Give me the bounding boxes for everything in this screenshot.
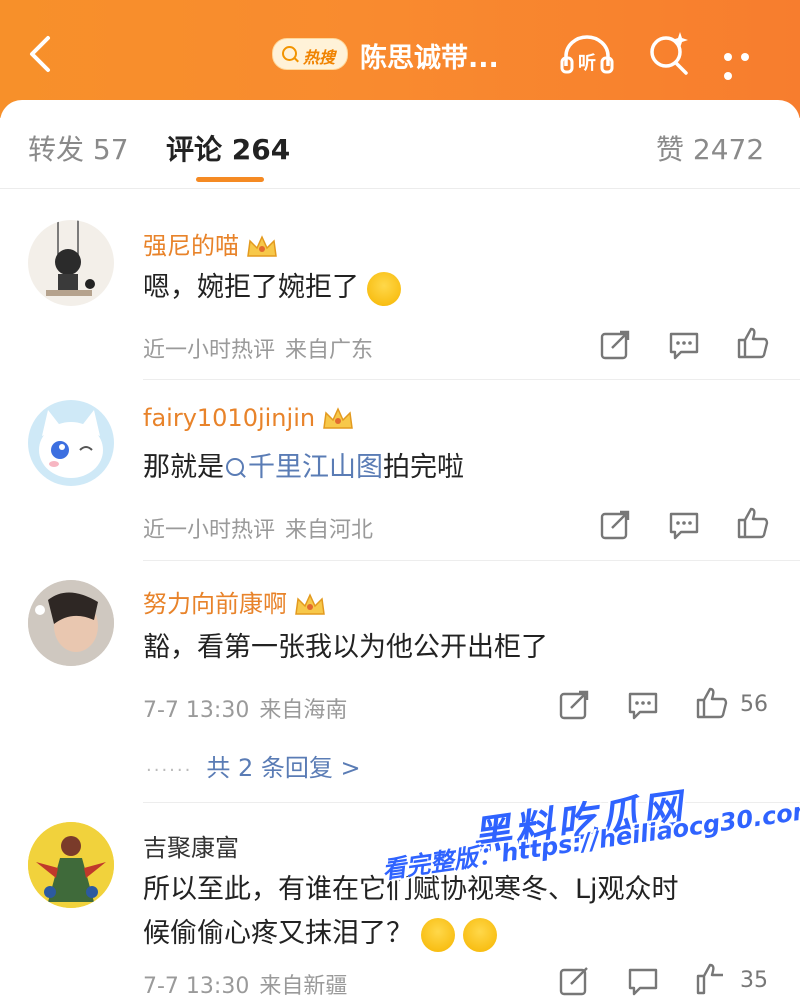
- view-replies-link[interactable]: ······ 共 2 条回复 >: [146, 748, 361, 783]
- topic-search-icon: [226, 457, 244, 476]
- tab-like[interactable]: 赞 2472: [656, 128, 764, 168]
- username[interactable]: fairy1010jinjin: [143, 404, 355, 432]
- divider: [143, 379, 800, 380]
- reply-icon[interactable]: [626, 688, 660, 722]
- share-icon[interactable]: [598, 328, 632, 362]
- comment-meta: 7-7 13:30 来自海南: [143, 692, 347, 724]
- comment-text: 豁，看第一张我以为他公开出柜了: [143, 632, 548, 663]
- reply-icon[interactable]: [667, 508, 701, 542]
- avatar[interactable]: [28, 580, 114, 666]
- laugh-emoji-icon: [463, 917, 497, 952]
- comment-text: 那就是 千里江山图拍完啦: [143, 452, 464, 483]
- laugh-emoji-icon: [421, 917, 455, 952]
- listen-label: 听: [578, 52, 596, 74]
- hot-search-label: 热搜: [303, 48, 336, 67]
- comment-time: 7-7 13:30: [143, 698, 250, 723]
- back-arrow-icon[interactable]: [22, 32, 62, 76]
- comment-location: 来自河北: [285, 518, 374, 543]
- crown-badge-icon: [247, 235, 277, 257]
- divider: [0, 188, 800, 189]
- username[interactable]: 吉聚康富: [143, 828, 239, 863]
- like-icon[interactable]: [736, 326, 770, 360]
- page-title[interactable]: 陈思诚带...: [360, 36, 499, 75]
- comment-text: 嗯，婉拒了婉拒了: [143, 266, 401, 310]
- tab-comment[interactable]: 评论 264: [166, 128, 290, 168]
- comment-time: 7-7 13:30: [143, 974, 250, 999]
- headphones-listen-icon[interactable]: 听: [558, 32, 616, 76]
- comment-meta: 7-7 13:30 来自新疆: [143, 968, 347, 1000]
- comment-time: 近一小时热评: [143, 518, 276, 543]
- comment-text-line: 候偷偷心疼又抹泪了？: [143, 912, 497, 956]
- crown-badge-icon: [323, 407, 353, 429]
- divider: [143, 802, 800, 803]
- avatar[interactable]: [28, 400, 114, 486]
- like-count: 56: [740, 692, 768, 717]
- comment-location: 来自海南: [259, 698, 348, 723]
- sparkle-search-icon[interactable]: [646, 30, 692, 76]
- avatar[interactable]: [28, 822, 114, 908]
- like-icon[interactable]: [736, 506, 770, 540]
- like-icon[interactable]: [695, 962, 729, 996]
- avatar[interactable]: [28, 220, 114, 306]
- comment-meta: 近一小时热评 来自广东: [143, 332, 373, 364]
- username[interactable]: 努力向前康啊: [143, 584, 327, 619]
- hot-search-icon: [282, 46, 297, 61]
- divider: [143, 560, 800, 561]
- laugh-cry-emoji-icon: [367, 271, 401, 306]
- like-icon[interactable]: [695, 686, 729, 720]
- reply-icon[interactable]: [667, 328, 701, 362]
- crown-badge-icon: [295, 593, 325, 615]
- share-icon[interactable]: [557, 688, 591, 722]
- comment-meta: 近一小时热评 来自河北: [143, 512, 373, 544]
- like-count: 35: [740, 968, 768, 993]
- tab-repost[interactable]: 转发 57: [28, 128, 129, 168]
- comment-location: 来自新疆: [259, 974, 348, 999]
- comment-location: 来自广东: [285, 338, 374, 363]
- share-icon[interactable]: [598, 508, 632, 542]
- more-dots-icon[interactable]: [724, 46, 774, 80]
- reply-icon[interactable]: [626, 964, 660, 998]
- topic-link[interactable]: 千里江山图: [248, 452, 383, 483]
- username[interactable]: 强尼的喵: [143, 226, 279, 261]
- dots-icon: ······: [146, 760, 193, 781]
- share-icon[interactable]: [557, 964, 591, 998]
- hot-search-badge[interactable]: 热搜: [272, 38, 348, 70]
- comment-time: 近一小时热评: [143, 338, 276, 363]
- active-tab-indicator: [196, 177, 264, 182]
